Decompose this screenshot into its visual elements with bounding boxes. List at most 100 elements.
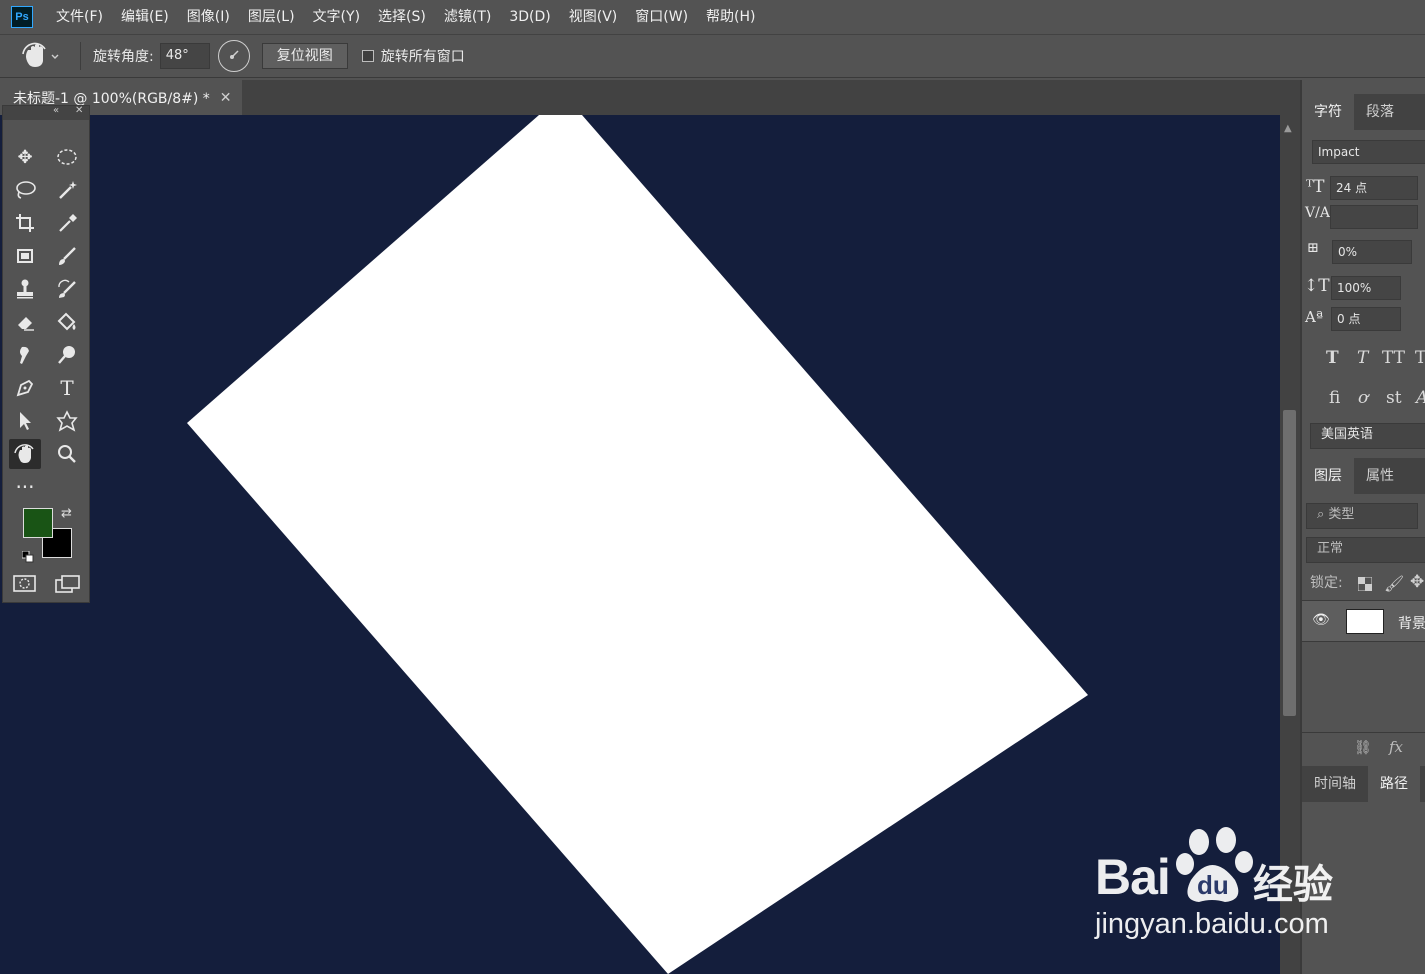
menu-3d[interactable]: 3D(D): [500, 0, 559, 34]
close-icon[interactable]: ✕: [75, 105, 83, 116]
foreground-color-swatch[interactable]: [23, 508, 53, 538]
tab-character[interactable]: 字符: [1302, 94, 1354, 130]
lock-label: 锁定:: [1310, 575, 1343, 591]
tab-properties[interactable]: 属性: [1354, 458, 1406, 494]
font-size-field[interactable]: 24 点: [1330, 176, 1418, 200]
paint-bucket-icon[interactable]: [51, 307, 83, 337]
vertical-scale-field[interactable]: 100%: [1331, 276, 1401, 300]
stamp-tool-icon[interactable]: [9, 274, 41, 304]
frame-tool-icon[interactable]: [9, 241, 41, 271]
vertical-scale-icon: ↕T: [1304, 276, 1330, 296]
quick-mask-icon[interactable]: [13, 574, 37, 598]
tab-paths[interactable]: 路径: [1368, 766, 1420, 802]
rotate-all-windows-label: 旋转所有窗口: [380, 49, 465, 65]
ligatures-button[interactable]: fi: [1329, 388, 1340, 408]
menu-window[interactable]: 窗口(W): [626, 0, 697, 34]
menu-file[interactable]: 文件(F): [47, 0, 112, 34]
rotation-angle-input[interactable]: 48°: [159, 43, 210, 69]
menu-image[interactable]: 图像(I): [178, 0, 239, 34]
faux-bold-button[interactable]: T: [1326, 348, 1339, 368]
blend-mode-select[interactable]: 正常: [1306, 537, 1425, 563]
menu-view[interactable]: 视图(V): [560, 0, 627, 34]
path-selection-icon[interactable]: [9, 406, 41, 436]
pen-tool-icon[interactable]: [9, 373, 41, 403]
tab-timeline[interactable]: 时间轴: [1302, 766, 1368, 802]
collapse-icon[interactable]: «: [53, 105, 59, 116]
watermark-brand-du: du: [1197, 870, 1229, 900]
watermark-brand-cn: 经验: [1253, 862, 1333, 908]
menu-filter[interactable]: 滤镜(T): [435, 0, 500, 34]
language-select[interactable]: 美国英语: [1310, 423, 1425, 449]
watermark-brand: Bai: [1095, 849, 1171, 905]
lasso-tool-icon[interactable]: [9, 175, 41, 205]
menu-type[interactable]: 文字(Y): [304, 0, 369, 34]
stylistic-alternates-button[interactable]: st: [1386, 388, 1402, 408]
close-icon[interactable]: ✕: [220, 90, 232, 106]
rotation-dial[interactable]: [217, 40, 250, 72]
timeline-panel-tabs: 时间轴 路径: [1302, 766, 1425, 802]
layer-thumbnail: [1346, 609, 1384, 634]
menu-bar: Ps 文件(F) 编辑(E) 图像(I) 图层(L) 文字(Y) 选择(S) 滤…: [0, 0, 1425, 34]
layer-name: 背景: [1398, 616, 1425, 632]
baseline-shift-field[interactable]: 0 点: [1331, 307, 1401, 331]
options-divider: [80, 42, 81, 70]
rotation-angle-label: 旋转角度:: [93, 49, 154, 65]
brush-tool-icon[interactable]: [51, 241, 83, 271]
document-canvas[interactable]: [187, 115, 1088, 974]
menu-select[interactable]: 选择(S): [369, 0, 435, 34]
crop-tool-icon[interactable]: [9, 208, 41, 238]
type-tool-icon[interactable]: T: [51, 373, 83, 403]
swap-colors-icon[interactable]: ⇄: [61, 506, 72, 521]
lock-transparent-icon[interactable]: [1357, 576, 1373, 595]
rotate-view-tool-icon[interactable]: [9, 439, 41, 469]
tracking-field[interactable]: 0%: [1332, 240, 1412, 264]
move-tool-icon[interactable]: ✥: [9, 142, 41, 172]
tab-layers[interactable]: 图层: [1302, 458, 1354, 494]
document-tab-bar: 未标题-1 @ 100%(RGB/8#) * ✕: [0, 80, 1300, 115]
tool-preset-picker[interactable]: [18, 39, 68, 73]
scrollbar-thumb[interactable]: [1283, 410, 1296, 716]
layers-footer: ⛓ fx: [1302, 732, 1425, 766]
menu-edit[interactable]: 编辑(E): [112, 0, 178, 34]
scroll-up-icon[interactable]: ▲: [1284, 123, 1292, 134]
small-caps-button[interactable]: T: [1415, 348, 1425, 368]
default-colors-icon[interactable]: [21, 548, 34, 563]
swash-button[interactable]: A: [1416, 388, 1425, 408]
custom-shape-icon[interactable]: [51, 406, 83, 436]
eye-icon[interactable]: 👁: [1312, 612, 1330, 628]
font-family-field[interactable]: Impact: [1312, 140, 1425, 164]
fx-icon[interactable]: fx: [1389, 738, 1403, 756]
eraser-tool-icon[interactable]: [9, 307, 41, 337]
rotate-all-windows-checkbox[interactable]: [361, 50, 374, 62]
reset-view-button[interactable]: 复位视图: [261, 43, 348, 69]
faux-italic-button[interactable]: T: [1357, 348, 1368, 368]
layer-row-background[interactable]: 👁 背景: [1302, 600, 1425, 642]
more-tools-icon[interactable]: ···: [9, 472, 41, 502]
history-brush-icon[interactable]: [51, 274, 83, 304]
character-panel-tabs: 字符 段落: [1302, 94, 1425, 130]
layer-filter-field[interactable]: ⌕ 类型: [1306, 503, 1418, 529]
smudge-tool-icon[interactable]: [9, 340, 41, 370]
elliptical-marquee-icon[interactable]: [51, 142, 83, 172]
menu-help[interactable]: 帮助(H): [697, 0, 764, 34]
canvas-pasteboard[interactable]: [0, 115, 1280, 974]
photoshop-logo: Ps: [11, 6, 33, 28]
lock-position-icon[interactable]: ✥: [1410, 572, 1424, 592]
magic-wand-icon[interactable]: [51, 175, 83, 205]
tab-paragraph[interactable]: 段落: [1354, 94, 1406, 130]
zoom-tool-icon[interactable]: [51, 439, 83, 469]
eyedropper-icon[interactable]: [51, 208, 83, 238]
dodge-tool-icon[interactable]: [51, 340, 83, 370]
toolbox-header[interactable]: « ✕: [3, 105, 89, 120]
screen-mode-icon[interactable]: [55, 574, 81, 598]
menu-layer[interactable]: 图层(L): [239, 0, 304, 34]
all-caps-button[interactable]: TT: [1382, 348, 1405, 368]
toolbox: « ✕ ✥ T ··· ⇄: [2, 105, 90, 603]
lock-pixels-icon[interactable]: 🖌: [1384, 574, 1404, 593]
link-layers-icon[interactable]: ⛓: [1354, 740, 1372, 756]
old-style-button[interactable]: ơ: [1358, 388, 1368, 408]
font-size-icon: ᵀT: [1306, 177, 1325, 197]
layer-filter-label: 类型: [1328, 507, 1355, 522]
kerning-field[interactable]: [1330, 205, 1418, 229]
watermark-url: jingyan.baidu.com: [1095, 908, 1329, 940]
